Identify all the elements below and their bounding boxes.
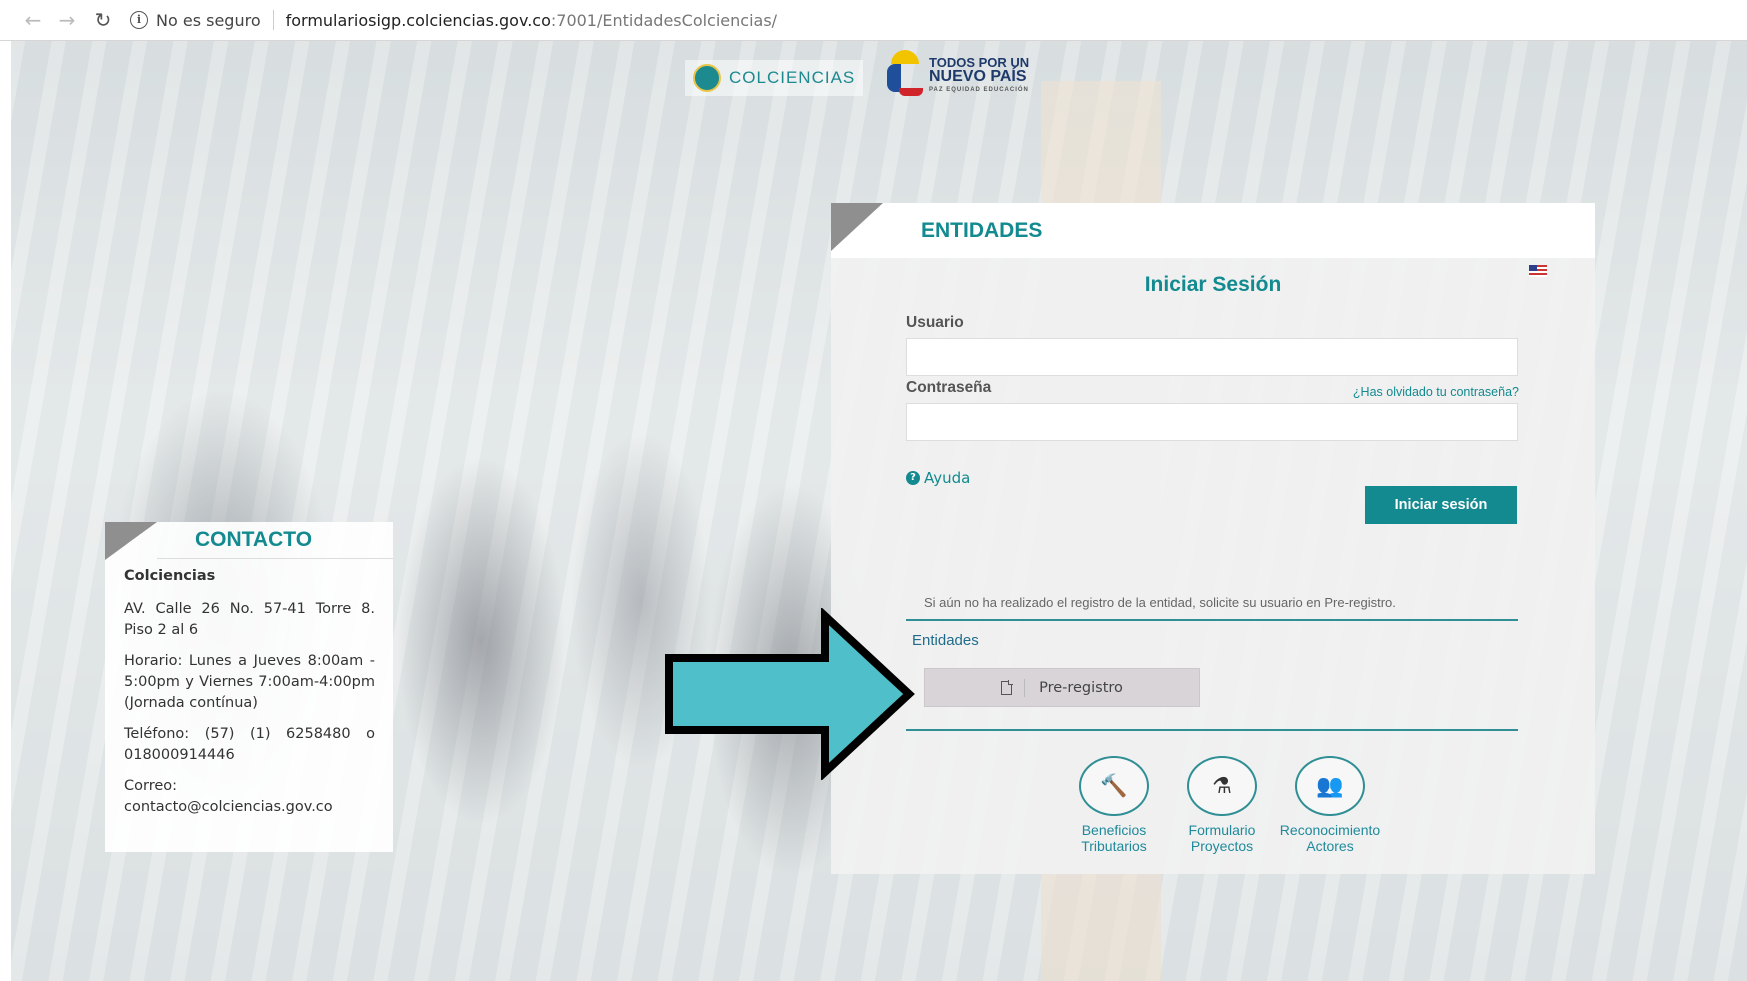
section-divider-bottom	[906, 729, 1518, 731]
password-label: Contraseña	[906, 379, 992, 396]
help-link[interactable]: ? Ayuda	[906, 469, 970, 487]
login-panel: ENTIDADES Iniciar Sesión Usuario Contras…	[831, 203, 1595, 874]
username-label: Usuario	[906, 314, 964, 331]
help-label: Ayuda	[924, 469, 971, 487]
contact-org-name: Colciencias	[124, 568, 216, 584]
section-divider-top	[906, 619, 1518, 621]
quick-link-formulario[interactable]: ⚗ Formulario Proyectos	[1169, 756, 1275, 854]
card-corner-decoration	[105, 522, 157, 560]
quick-link-beneficios[interactable]: 🔨 Beneficios Tributarios	[1061, 756, 1167, 854]
signin-button[interactable]: Iniciar sesión	[1365, 486, 1517, 524]
quick-link-label-line2[interactable]: Proyectos	[1191, 838, 1253, 854]
quick-links: 🔨 Beneficios Tributarios ⚗ Formulario Proy…	[1061, 756, 1385, 854]
quick-link-label-line1[interactable]: Formulario	[1189, 822, 1256, 838]
entidades-section-label: Entidades	[912, 632, 979, 649]
document-icon	[1001, 679, 1014, 695]
colciencias-logo-text: COLCIENCIAS	[729, 68, 856, 87]
pais-logo-line2: NUEVO PAÍS	[929, 67, 1027, 85]
url-divider	[272, 10, 274, 30]
url-field[interactable]: i No es seguro formulariosigp.colciencia…	[130, 9, 777, 31]
quick-link-reconocimiento[interactable]: 👥 Reconocimiento Actores	[1277, 756, 1383, 854]
gavel-icon[interactable]: 🔨	[1079, 756, 1149, 816]
contact-title-divider	[157, 558, 393, 559]
pais-c-mark-icon	[885, 46, 925, 102]
contact-email-label: Correo:	[124, 778, 178, 794]
login-header: ENTIDADES	[831, 203, 1595, 258]
annotation-arrow-icon	[665, 608, 915, 780]
password-input[interactable]	[906, 403, 1518, 441]
pais-logo-line1: TODOS POR UN	[929, 54, 1030, 70]
colciencias-seal-icon	[693, 64, 721, 92]
forward-arrow-icon[interactable]: →	[56, 8, 78, 32]
url-host: formulariosigp.colciencias.gov.co	[285, 10, 551, 30]
username-input[interactable]	[906, 338, 1518, 376]
panel-corner-decoration	[831, 203, 883, 251]
forgot-password-link[interactable]: ¿Has olvidado tu contraseña?	[1353, 385, 1519, 399]
question-circle-icon: ?	[906, 471, 920, 485]
url-path: :7001/EntidadesColciencias/	[550, 10, 778, 30]
quick-link-label-line1[interactable]: Reconocimiento	[1280, 822, 1380, 838]
contact-phone: Teléfono: (57) (1) 6258480 o 01800091444…	[124, 726, 375, 763]
pais-logo-line3: PAZ EQUIDAD EDUCACIÓN	[929, 86, 1029, 93]
preregistration-label: Pre-registro	[1039, 679, 1123, 696]
quick-link-label-line1[interactable]: Beneficios	[1082, 822, 1147, 838]
contact-hours: Horario: Lunes a Jueves 8:00am - 5:00pm …	[124, 653, 375, 711]
contact-email[interactable]: contacto@colciencias.gov.co	[124, 799, 333, 815]
colciencias-logo[interactable]: COLCIENCIAS	[685, 60, 864, 96]
button-divider	[1024, 678, 1026, 697]
reload-icon[interactable]: ↻	[92, 8, 114, 32]
contact-title: CONTACTO	[195, 528, 313, 551]
todos-por-un-nuevo-pais-logo[interactable]: TODOS POR UN NUEVO PAÍS PAZ EQUIDAD EDUC…	[885, 46, 1029, 102]
info-icon[interactable]: i	[130, 11, 148, 29]
contact-address: AV. Calle 26 No. 57-41 Torre 8. Piso 2 a…	[124, 601, 375, 638]
preregistration-note: Si aún no ha realizado el registro de la…	[924, 595, 1396, 610]
security-status: No es seguro	[156, 10, 261, 30]
quick-link-label-line2[interactable]: Actores	[1306, 838, 1353, 854]
back-arrow-icon[interactable]: ←	[22, 8, 44, 32]
flask-icon[interactable]: ⚗	[1187, 756, 1257, 816]
quick-link-label-line2[interactable]: Tributarios	[1081, 838, 1147, 854]
preregistration-button[interactable]: Pre-registro	[924, 668, 1200, 707]
contact-card: CONTACTO Colciencias AV. Calle 26 No. 57…	[105, 522, 393, 852]
users-icon[interactable]: 👥	[1295, 756, 1365, 816]
signin-heading: Iniciar Sesión	[1144, 273, 1282, 296]
browser-address-bar: ← → ↻ i No es seguro formulariosigp.colc…	[0, 0, 1747, 41]
panel-title: ENTIDADES	[921, 219, 1043, 242]
